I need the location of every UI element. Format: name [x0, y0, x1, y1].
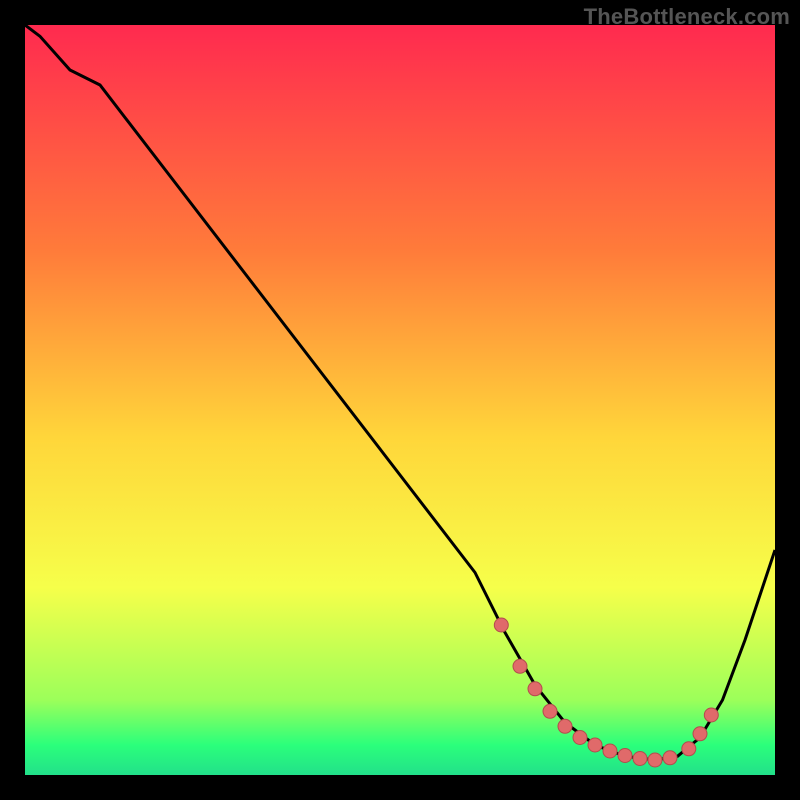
bottleneck-curve-chart: [25, 25, 775, 775]
plot-area: [25, 25, 775, 775]
curve-marker: [513, 659, 527, 673]
curve-marker: [704, 708, 718, 722]
curve-marker: [543, 704, 557, 718]
curve-marker: [494, 618, 508, 632]
curve-marker: [663, 751, 677, 765]
curve-marker: [603, 744, 617, 758]
curve-marker: [528, 682, 542, 696]
curve-marker: [573, 731, 587, 745]
curve-marker: [588, 738, 602, 752]
chart-stage: TheBottleneck.com: [0, 0, 800, 800]
curve-marker: [558, 719, 572, 733]
curve-marker: [648, 753, 662, 767]
curve-marker: [633, 752, 647, 766]
gradient-bg: [25, 25, 775, 775]
curve-marker: [682, 742, 696, 756]
curve-marker: [618, 749, 632, 763]
curve-marker: [693, 727, 707, 741]
